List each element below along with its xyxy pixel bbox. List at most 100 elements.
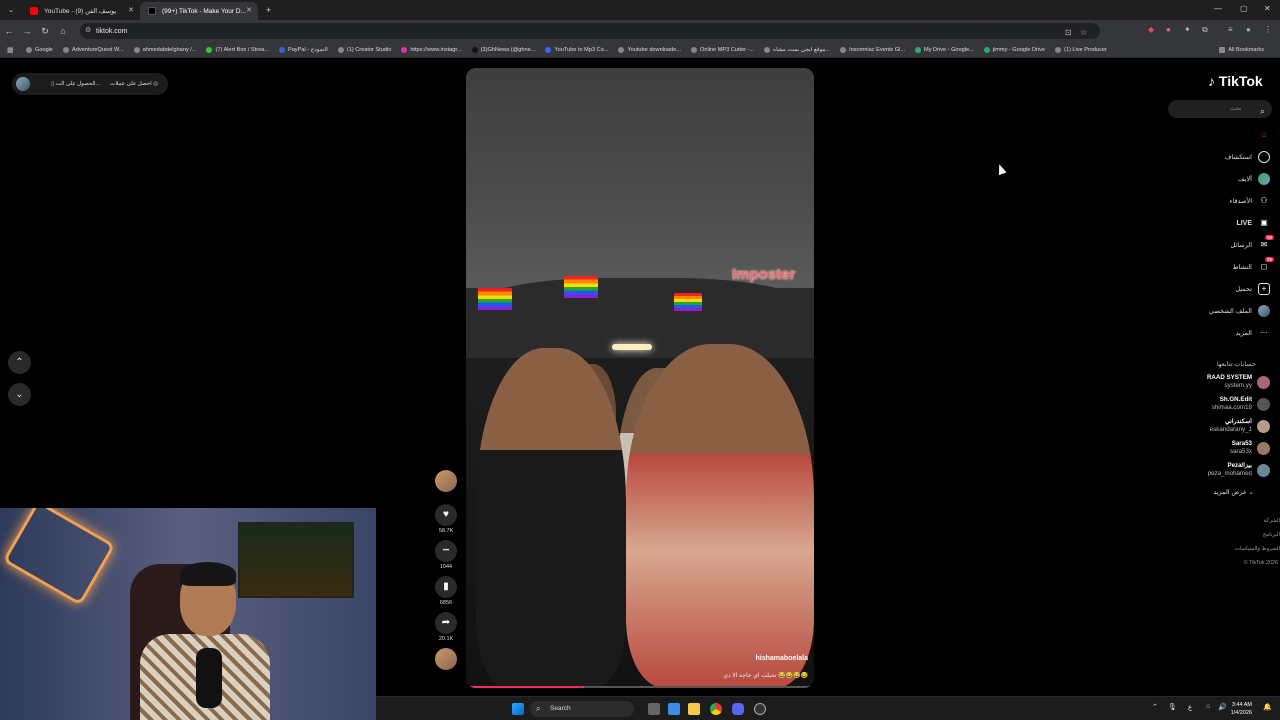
followed-account[interactable]: RAAD SYSTEM system.yy bbox=[1160, 374, 1270, 390]
bookmark[interactable]: My Drive - Google... bbox=[915, 46, 974, 53]
heart-icon[interactable]: ♥ bbox=[435, 504, 457, 526]
file-explorer-icon[interactable] bbox=[688, 703, 700, 715]
chrome-icon[interactable] bbox=[710, 703, 722, 715]
close-window-button[interactable]: ✕ bbox=[1264, 4, 1271, 13]
site-info-icon[interactable]: ⚙ bbox=[85, 26, 91, 34]
tab-tiktok[interactable]: (99+) TikTok - Make Your D... ✕ bbox=[140, 2, 258, 20]
sidebar-item-profile[interactable]: الملف الشخصي bbox=[1209, 305, 1270, 317]
install-icon[interactable]: ⊡ bbox=[1065, 28, 1072, 37]
network-icon[interactable]: ⌂ bbox=[1206, 703, 1210, 710]
video-progress-bar[interactable] bbox=[466, 686, 814, 688]
video-player[interactable]: Imposter hishamaboelala تخيلت اي حاجه ال… bbox=[466, 68, 814, 688]
home-icon[interactable]: ⌂ bbox=[54, 26, 72, 36]
avatar[interactable] bbox=[16, 77, 30, 91]
avatar[interactable] bbox=[435, 470, 457, 492]
share-icon[interactable]: ➦ bbox=[435, 612, 457, 634]
close-tab-icon[interactable]: ✕ bbox=[128, 6, 134, 14]
tray-overflow-icon[interactable]: ⌃ bbox=[1152, 703, 1158, 711]
discord-icon[interactable] bbox=[732, 703, 744, 715]
volume-icon[interactable]: 🔊 bbox=[1218, 703, 1227, 711]
footer-link[interactable]: البرنامج bbox=[1263, 532, 1280, 538]
reload-icon[interactable]: ↻ bbox=[36, 26, 54, 37]
bookmark[interactable]: موقع ايجي بست مشاه... bbox=[764, 46, 830, 53]
tab-youtube[interactable]: YouTube - يوسف الفن (9) ✕ bbox=[22, 2, 140, 20]
comment-icon[interactable]: ••• bbox=[435, 540, 457, 562]
taskbar-clock[interactable]: 3:44 AM 1/4/2026 bbox=[1231, 701, 1252, 717]
search-input[interactable]: بحث ⌕ bbox=[1168, 100, 1272, 118]
bookmark[interactable]: jimmy - Google Drive bbox=[983, 46, 1045, 53]
followed-account[interactable]: Sh.GN.Edit shimaa.com18 bbox=[1160, 396, 1270, 412]
get-coins-link[interactable]: احصل على عملات ◎ bbox=[110, 81, 158, 87]
sidebar-item-live[interactable]: LIVE ▣ bbox=[1236, 217, 1270, 229]
notification-bell-icon[interactable]: 🔔 bbox=[1263, 703, 1272, 711]
all-bookmarks[interactable]: All Bookmarks bbox=[1219, 46, 1264, 53]
bookmark-star-icon[interactable]: ☆ bbox=[1080, 28, 1087, 37]
previous-video-button[interactable]: ⌃ bbox=[8, 351, 31, 374]
bookmark[interactable]: PayPal - النموذج bbox=[278, 46, 328, 53]
sidebar-item-following[interactable]: ألايف bbox=[1238, 173, 1270, 185]
obs-icon[interactable] bbox=[754, 703, 766, 715]
sidebar-item-more[interactable]: المزيد ··· bbox=[1236, 327, 1270, 339]
sidebar-item-upload[interactable]: تحميل + bbox=[1235, 283, 1270, 295]
maximize-button[interactable]: ▢ bbox=[1240, 4, 1248, 13]
profile-avatar-icon[interactable]: ● bbox=[1246, 25, 1251, 34]
extension-icon[interactable]: ✦ bbox=[1184, 25, 1191, 34]
bookmark-button[interactable]: ▮ 6856 bbox=[431, 576, 461, 606]
bookmark[interactable]: YouTube to Mp3 Co... bbox=[545, 46, 608, 53]
sidebar-item-friends[interactable]: الأصدقاء ⚇ bbox=[1229, 195, 1270, 207]
windows-start-icon[interactable] bbox=[512, 703, 524, 715]
task-view-icon[interactable] bbox=[648, 703, 660, 715]
video-author[interactable]: hishamaboelala bbox=[755, 655, 808, 662]
extension-icon[interactable]: ◆ bbox=[1148, 25, 1154, 34]
sound-disc[interactable] bbox=[431, 648, 461, 670]
bookmark[interactable]: (7) Alert Box / Strea... bbox=[206, 46, 269, 53]
extension-icon[interactable]: ● bbox=[1166, 25, 1171, 34]
get-app-pill[interactable]: ▯ الحصول على الت... احصل على عملات ◎ bbox=[12, 73, 168, 95]
bookmark[interactable]: ahmedabdelghany /... bbox=[133, 46, 196, 53]
sidebar-item-home[interactable]: ⌂ bbox=[1252, 129, 1270, 141]
see-more-button[interactable]: عرض المزيد ⌄ bbox=[1213, 488, 1254, 496]
close-tab-icon[interactable]: ✕ bbox=[246, 6, 252, 14]
media-icon[interactable]: ≡ bbox=[1228, 25, 1233, 34]
bookmark[interactable]: (3)GhNewa (@ghne... bbox=[471, 46, 535, 53]
followed-account[interactable]: اسكندراني eskandarany_1 bbox=[1160, 418, 1270, 434]
bookmark[interactable]: Insomniac Events Gl... bbox=[840, 46, 905, 53]
edge-icon[interactable] bbox=[668, 703, 680, 715]
bookmark[interactable]: Google bbox=[26, 46, 53, 53]
new-tab-button[interactable]: + bbox=[266, 5, 271, 15]
bookmark[interactable]: (1) Creator Studio bbox=[337, 46, 391, 53]
mic-icon[interactable]: 🎙 bbox=[1168, 703, 1177, 711]
sidebar-item-messages[interactable]: الرسائل ✉ 99 bbox=[1230, 235, 1274, 251]
language-icon[interactable]: ع bbox=[1188, 703, 1192, 711]
bookmark[interactable]: https://www.instagr... bbox=[401, 46, 462, 53]
search-icon[interactable]: ⌕ bbox=[1260, 102, 1265, 120]
get-app-link[interactable]: ▯ الحصول على الت... bbox=[51, 81, 100, 87]
extensions-puzzle-icon[interactable]: ⧉ bbox=[1202, 25, 1208, 35]
sidebar-item-explore[interactable]: استكشاف bbox=[1225, 151, 1270, 163]
followed-account[interactable]: Peza/بيزا peza_mohamed bbox=[1160, 462, 1270, 478]
author-avatar[interactable] bbox=[431, 470, 461, 492]
address-bar[interactable]: ⚙ tiktok.com ☆ ⊡ bbox=[80, 23, 1100, 39]
bookmark[interactable]: AdventureQuest W... bbox=[63, 46, 124, 53]
comment-button[interactable]: ••• 1044 bbox=[431, 540, 461, 570]
like-button[interactable]: ♥ 58.7K bbox=[431, 504, 461, 534]
tiktok-logo[interactable]: ♪ TikTok bbox=[1208, 73, 1263, 89]
bookmark[interactable]: Online MP3 Cutter -... bbox=[691, 46, 754, 53]
bookmark[interactable]: (1) Live Producer bbox=[1055, 46, 1107, 53]
bookmark-icon[interactable]: ▮ bbox=[435, 576, 457, 598]
footer-link[interactable]: الشروط والسياسات bbox=[1235, 546, 1280, 552]
music-disc-icon[interactable] bbox=[435, 648, 457, 670]
minimize-button[interactable]: — bbox=[1214, 4, 1222, 13]
footer-link[interactable]: الشركة bbox=[1264, 518, 1280, 524]
apps-grid-icon[interactable]: ▦ bbox=[7, 46, 14, 54]
tab-search-icon[interactable]: ⌄ bbox=[0, 6, 22, 14]
back-icon[interactable]: ← bbox=[0, 26, 18, 36]
forward-icon[interactable]: → bbox=[18, 26, 36, 36]
share-button[interactable]: ➦ 20.1K bbox=[431, 612, 461, 642]
next-video-button[interactable]: ⌄ bbox=[8, 383, 31, 406]
taskbar-search[interactable]: ⌕ Search bbox=[530, 701, 634, 717]
bookmark[interactable]: Youtube downloade... bbox=[618, 46, 681, 53]
followed-account[interactable]: Sara53 sara53x bbox=[1160, 440, 1270, 456]
chrome-menu-icon[interactable]: ⋮ bbox=[1264, 25, 1272, 34]
sidebar-item-activity[interactable]: النشاط ◻ 99 bbox=[1232, 257, 1274, 273]
